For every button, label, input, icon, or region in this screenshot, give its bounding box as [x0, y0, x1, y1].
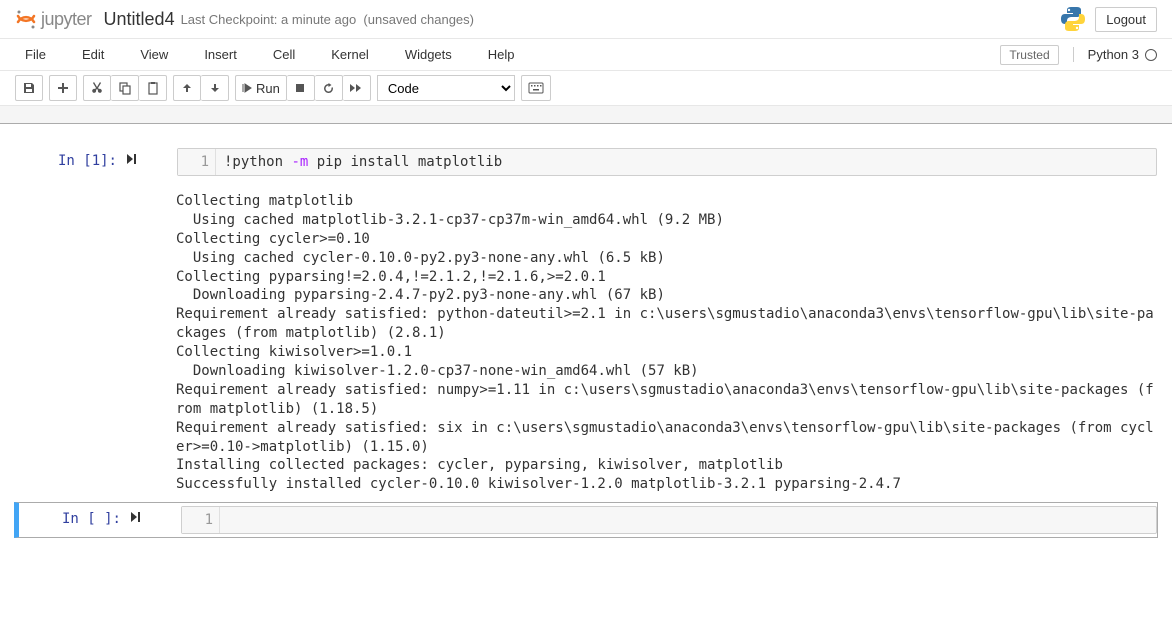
notebook-container: In [1]: 1 !python -m pip install matplot… [0, 124, 1172, 562]
input-prompt: In [ ]: [19, 506, 129, 534]
input-prompt: In [1]: [15, 148, 125, 176]
run-icon [242, 83, 252, 93]
paste-button[interactable] [139, 75, 167, 101]
output-row: Collecting matplotlib Using cached matpl… [14, 184, 1158, 502]
menu-view[interactable]: View [130, 41, 178, 68]
save-icon [22, 81, 36, 95]
toolbar: Run Code [0, 71, 1172, 106]
line-number: 1 [178, 149, 216, 175]
python-icon [1059, 5, 1087, 33]
input-area[interactable]: 1 !python -m pip install matplotlib [177, 148, 1157, 176]
restart-icon [322, 82, 335, 95]
input-area[interactable]: 1 [181, 506, 1157, 534]
code-cell[interactable]: In [ ]: 1 [14, 502, 1158, 538]
menu-file[interactable]: File [15, 41, 56, 68]
code-cell[interactable]: In [1]: 1 !python -m pip install matplot… [14, 144, 1158, 180]
keyboard-icon [528, 82, 544, 94]
menu-widgets[interactable]: Widgets [395, 41, 462, 68]
code-content[interactable]: !python -m pip install matplotlib [216, 149, 1156, 175]
cell-output: Collecting matplotlib Using cached matpl… [176, 184, 1158, 502]
command-palette-button[interactable] [521, 75, 551, 101]
arrow-down-icon [209, 82, 221, 94]
notebook-title[interactable]: Untitled4 [104, 9, 175, 30]
logo-text: jupyter [41, 9, 92, 30]
cut-icon [90, 81, 104, 95]
move-down-button[interactable] [201, 75, 229, 101]
add-cell-button[interactable] [49, 75, 77, 101]
checkpoint-text: Last Checkpoint: a minute ago (unsaved c… [181, 12, 474, 27]
menu-help[interactable]: Help [478, 41, 525, 68]
arrow-up-icon [181, 82, 193, 94]
menu-insert[interactable]: Insert [194, 41, 247, 68]
step-forward-icon[interactable] [129, 511, 141, 523]
line-number: 1 [182, 507, 220, 533]
run-button[interactable]: Run [235, 75, 287, 101]
step-forward-icon[interactable] [125, 153, 137, 165]
kernel-status-icon [1145, 49, 1157, 61]
plus-icon [57, 82, 69, 94]
save-button[interactable] [15, 75, 43, 101]
restart-run-all-button[interactable] [343, 75, 371, 101]
notebook-shadow [0, 106, 1172, 124]
menu-kernel[interactable]: Kernel [321, 41, 379, 68]
code-content[interactable] [220, 507, 1156, 533]
menu-edit[interactable]: Edit [72, 41, 114, 68]
trusted-indicator[interactable]: Trusted [1000, 45, 1058, 65]
interrupt-button[interactable] [287, 75, 315, 101]
menu-cell[interactable]: Cell [263, 41, 305, 68]
run-label: Run [256, 81, 280, 96]
kernel-label: Python 3 [1088, 47, 1139, 62]
copy-icon [118, 81, 132, 95]
logout-button[interactable]: Logout [1095, 7, 1157, 32]
cell-run-icon-col [125, 148, 177, 176]
paste-icon [146, 81, 160, 95]
stop-icon [295, 83, 305, 93]
copy-button[interactable] [111, 75, 139, 101]
cut-button[interactable] [83, 75, 111, 101]
kernel-indicator[interactable]: Python 3 [1073, 47, 1157, 62]
jupyter-icon [15, 8, 37, 30]
cell-type-select[interactable]: Code [377, 75, 515, 101]
logo[interactable]: jupyter [15, 8, 92, 30]
fast-forward-icon [349, 83, 363, 93]
header: jupyter Untitled4 Last Checkpoint: a min… [0, 0, 1172, 39]
move-up-button[interactable] [173, 75, 201, 101]
cell-run-icon-col [129, 506, 181, 534]
menubar: File Edit View Insert Cell Kernel Widget… [0, 39, 1172, 71]
restart-button[interactable] [315, 75, 343, 101]
